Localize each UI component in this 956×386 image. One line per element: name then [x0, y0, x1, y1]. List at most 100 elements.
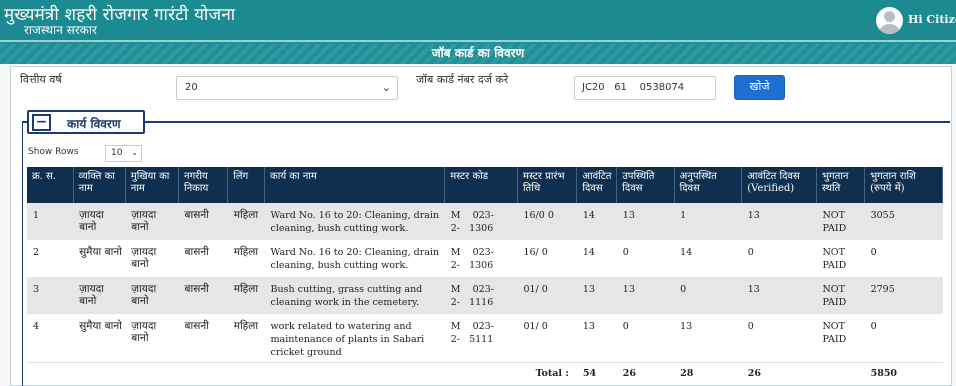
column-header: आवंटित दिवस (Verified)	[741, 167, 817, 203]
column-header: उपस्थिति दिवस	[616, 167, 675, 203]
cell-amount: 2795	[864, 277, 943, 314]
column-header: अनुपस्थित दिवस	[674, 167, 743, 203]
column-header: मुखिया का नाम	[125, 167, 180, 203]
cell-body: बासनी	[178, 240, 228, 277]
cell-status: NOT PAID	[816, 277, 865, 314]
cell-verified: 0	[741, 240, 817, 277]
cell-head: ज़ायदा बानो	[125, 203, 179, 240]
cell-start: 16/0 0	[517, 203, 577, 240]
cell-sno: 3	[27, 277, 74, 314]
cell-absent: 1	[674, 203, 742, 240]
total-allotted: 54	[576, 362, 617, 383]
column-header: आवंटित दिवस	[576, 167, 618, 203]
total-present: 26	[616, 362, 675, 383]
cell-verified: 13	[741, 203, 817, 240]
column-header: भुगतान राशि (रुपये में)	[864, 167, 943, 203]
total-amount: 5850	[864, 362, 943, 383]
cell-verified: 13	[741, 277, 817, 314]
cell-absent: 0	[674, 277, 742, 314]
show-rows-label: Show Rows	[28, 147, 79, 157]
job-card-input[interactable]: JC20 61 0538074	[574, 76, 716, 100]
cell-gender: महिला	[227, 277, 265, 314]
cell-gender: महिला	[227, 240, 265, 277]
cell-present: 0	[616, 240, 675, 277]
cell-muster: M 023- 2- 5111	[444, 314, 518, 363]
cell-absent: 13	[674, 314, 742, 363]
cell-absent: 14	[674, 240, 742, 277]
cell-sno: 4	[27, 314, 74, 363]
table-row: 4 सुमैया बानो ज़ायदा बानो बासनी महिला work re…	[27, 314, 943, 363]
cell-amount: 3055	[864, 203, 943, 240]
total-absent: 28	[674, 362, 742, 383]
cell-allotted: 13	[576, 277, 617, 314]
user-greeting[interactable]: Hi Citizen	[908, 13, 956, 26]
cell-amount: 0	[864, 314, 943, 363]
financial-year-label: वित्तीय वर्ष	[20, 73, 62, 86]
cell-person: ज़ायदा बानो	[73, 277, 126, 314]
chevron-down-icon: ⌄	[131, 148, 138, 157]
column-header: लिंग	[227, 167, 266, 203]
cell-head: ज़ायदा बानो	[125, 240, 179, 277]
total-label: Total :	[27, 362, 577, 383]
table-row: 3 ज़ायदा बानो ज़ायदा बानो बासनी महिला Bush cu…	[27, 277, 943, 314]
cell-muster: M 023- 2- 1306	[444, 240, 518, 277]
top-header: मुख्यमंत्री शहरी रोजगार गारंटी योजना राज…	[0, 0, 956, 44]
avatar-head	[884, 11, 895, 22]
table-row: 1 ज़ायदा बानो ज़ायदा बानो बासनी महिला Ward No…	[27, 203, 943, 240]
column-header: मस्टर प्रारंभ तिथि	[517, 167, 578, 203]
column-header: भुगतान स्थति	[816, 167, 866, 203]
cell-work: Bush cutting, grass cutting and cleaning…	[264, 277, 445, 314]
cell-allotted: 14	[576, 240, 617, 277]
work-details-table: क्र. स. व्यक्ति का नाम मुखिया का नाम नगरीय …	[27, 167, 943, 383]
cell-status: NOT PAID	[816, 240, 865, 277]
total-verified: 26	[741, 362, 817, 383]
cell-present: 13	[616, 203, 675, 240]
cell-start: 01/ 0	[517, 314, 577, 363]
cell-muster: M 023- 2- 1116	[444, 277, 518, 314]
column-header: क्र. स.	[27, 167, 74, 203]
cell-sno: 1	[27, 203, 74, 240]
app-subtitle: राजस्थान सरकार	[24, 23, 97, 37]
cell-person: सुमैया बानो	[73, 314, 126, 363]
totals-row: Total :54 26 28 26 5850	[27, 362, 943, 383]
avatar-body	[879, 24, 900, 34]
cell-start: 16/ 0	[517, 240, 577, 277]
section-title: कार्य विवरण	[67, 117, 121, 131]
cell-head: ज़ायदा बानो	[125, 314, 179, 363]
cell-person: ज़ायदा बानो	[73, 203, 126, 240]
job-card-label: जॉब कार्ड नंबर दर्ज करे	[416, 73, 509, 86]
cell-body: बासनी	[178, 203, 228, 240]
cell-work: Ward No. 16 to 20: Cleaning, drain clean…	[264, 203, 445, 240]
cell-verified: 0	[741, 314, 817, 363]
total-status-blank	[816, 362, 865, 383]
search-button[interactable]: खोजे	[734, 75, 785, 100]
cell-status: NOT PAID	[816, 203, 865, 240]
cell-allotted: 14	[576, 203, 617, 240]
column-header: व्यक्ति का नाम	[73, 167, 126, 203]
cell-person: सुमैया बानो	[73, 240, 126, 277]
cell-present: 0	[616, 314, 675, 363]
cell-work: Ward No. 16 to 20: Cleaning, drain clean…	[264, 240, 445, 277]
table-row: 2 सुमैया बानो ज़ायदा बानो बासनी महिला Ward No…	[27, 240, 943, 277]
cell-gender: महिला	[227, 314, 265, 363]
collapse-minus-icon[interactable]: −	[32, 114, 51, 131]
cell-work: work related to watering and maintenance…	[264, 314, 445, 363]
column-header: मस्टर कोड	[444, 167, 518, 203]
table-header-row: क्र. स. व्यक्ति का नाम मुखिया का नाम नगरीय …	[27, 167, 943, 203]
cell-body: बासनी	[178, 314, 228, 363]
rows-per-page-value: 10	[111, 148, 123, 158]
chevron-down-icon: ⌄	[381, 81, 391, 94]
cell-gender: महिला	[227, 203, 265, 240]
cell-muster: M 023- 2- 1306	[444, 203, 518, 240]
user-avatar-icon[interactable]	[876, 7, 903, 34]
rows-per-page-select[interactable]: 10 ⌄	[105, 145, 142, 162]
cell-head: ज़ायदा बानो	[125, 277, 179, 314]
work-details-legend: − कार्य विवरण	[27, 110, 145, 134]
financial-year-value: 20	[185, 82, 198, 93]
cell-body: बासनी	[178, 277, 228, 314]
cell-present: 13	[616, 277, 675, 314]
financial-year-select[interactable]: 20 ⌄	[176, 76, 398, 100]
column-header: नगरीय निकाय	[178, 167, 229, 203]
cell-start: 01/ 0	[517, 277, 577, 314]
column-header: कार्य का नाम	[264, 167, 446, 203]
